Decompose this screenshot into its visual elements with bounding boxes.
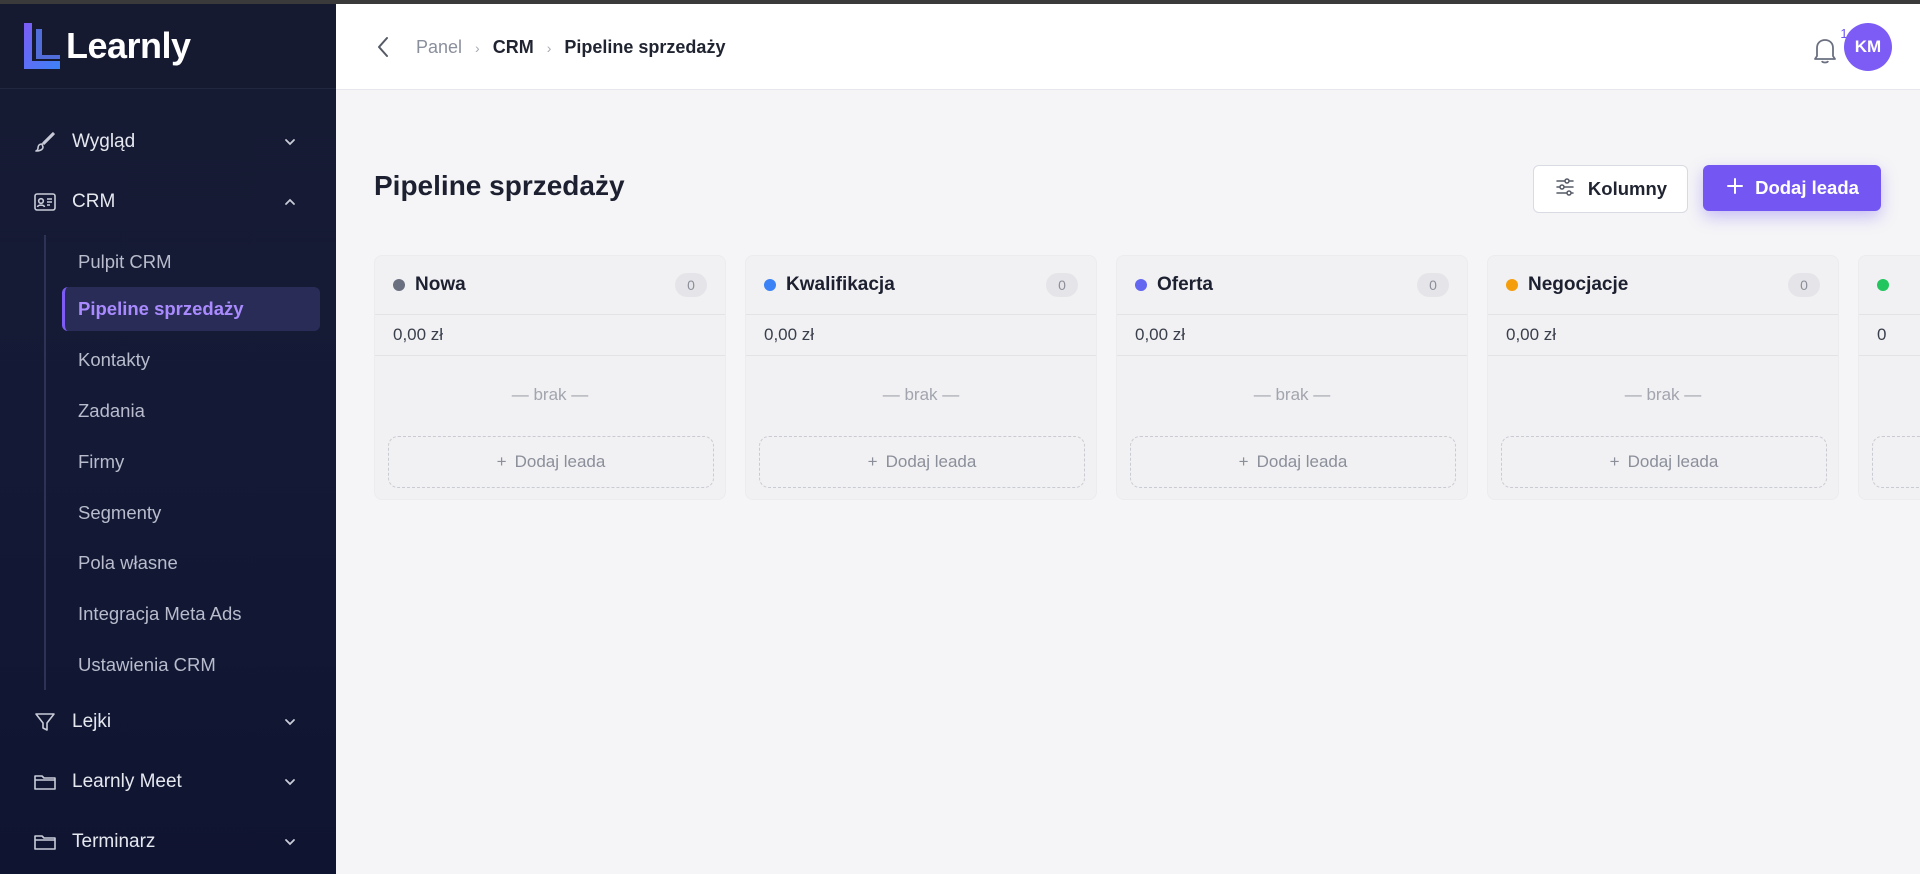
chevron-down-icon [282,834,298,850]
sidebar-item-label: Learnly Meet [72,771,182,792]
column-add-lead-button[interactable]: + Dodaj leada [1501,436,1827,488]
add-lead-button[interactable]: Dodaj leada [1703,165,1881,211]
page-title: Pipeline sprzedaży [374,170,625,201]
column-empty-state: — brak — [882,385,960,404]
chevron-down-icon [282,714,298,730]
breadcrumb: Panel › CRM › Pipeline sprzedaży [416,37,725,58]
sidebar-item-wyglad[interactable]: Wygląd [0,117,336,167]
sidebar-item-lejki[interactable]: Lejki [0,697,336,747]
plus-icon: + [1238,452,1249,471]
column-header: Nowa 0 [375,256,725,314]
brush-icon [32,129,58,155]
column-sum: 0,00 zł [1488,314,1838,356]
column-title: Nowa [415,274,466,295]
column-header [1859,256,1920,314]
avatar[interactable]: KM [1844,23,1892,71]
logo[interactable]: Learnly [0,4,336,89]
column-add-lead-button[interactable]: + Dodaj leada [759,436,1085,488]
stage-color-dot [764,279,776,291]
column-add-lead-button[interactable]: + Dodaj leada [388,436,714,488]
sidebar-subitem-ustawienia-crm[interactable]: Ustawienia CRM [62,643,320,687]
chevron-right-icon: › [546,39,552,56]
column-sum: 0,00 zł [746,314,1096,356]
stage-color-dot [1877,279,1889,291]
breadcrumb-panel[interactable]: Panel [416,37,462,58]
sidebar-subitem-pipeline[interactable]: Pipeline sprzedaży [62,287,320,331]
plus-icon: + [1609,452,1620,471]
column-sum: 0 [1859,314,1920,356]
sidebar-subitem-pola-wlasne[interactable]: Pola własne [62,541,320,585]
stage-color-dot [1506,279,1518,291]
breadcrumb-crm[interactable]: CRM [493,37,534,58]
folder-icon [32,769,58,795]
column-add-lead-label: Dodaj leada [885,452,977,471]
sidebar: Learnly Wygląd CRM Pulpit CRM Pipeline s… [0,4,336,874]
back-arrow-icon[interactable] [372,34,396,60]
filter-icon [32,709,58,735]
column-header: Oferta 0 [1117,256,1467,314]
plus-icon: + [867,452,878,471]
sidebar-subitem-integracja-meta-ads[interactable]: Integracja Meta Ads [62,592,320,636]
columns-button-label: Kolumny [1587,178,1668,199]
stage-color-dot [393,279,405,291]
column-add-lead-button[interactable] [1872,436,1920,488]
pipeline-column: Negocjacje 0 0,00 zł — brak — + Dodaj le… [1487,255,1839,500]
sidebar-item-label: Terminarz [72,831,156,852]
column-count-badge: 0 [1046,273,1078,297]
column-header: Kwalifikacja 0 [746,256,1096,314]
id-card-icon [32,189,58,215]
sidebar-item-learnly-meet[interactable]: Learnly Meet [0,757,336,807]
sidebar-subitem-segmenty[interactable]: Segmenty [62,491,320,535]
crm-subnav-line [44,235,46,690]
column-header: Negocjacje 0 [1488,256,1838,314]
chevron-down-icon [282,774,298,790]
sidebar-subitem-kontakty[interactable]: Kontakty [62,338,320,382]
sidebar-subitem-firmy[interactable]: Firmy [62,440,320,484]
columns-button[interactable]: Kolumny [1533,165,1688,213]
sliders-icon [1554,176,1576,203]
chevron-up-icon [282,194,298,210]
plus-icon [1725,176,1745,201]
sidebar-item-crm[interactable]: CRM [0,177,336,227]
column-add-lead-button[interactable]: + Dodaj leada [1130,436,1456,488]
column-empty-state: — brak — [1253,385,1331,404]
pipeline-board: Nowa 0 0,00 zł — brak — + Dodaj leada Kw… [374,255,1920,505]
column-title: Negocjacje [1528,274,1629,295]
topbar: Panel › CRM › Pipeline sprzedaży 1 KM [336,4,1920,90]
column-empty-state: — brak — [1624,385,1702,404]
sidebar-item-label: CRM [72,191,116,212]
column-title: Oferta [1157,274,1213,295]
column-sum: 0,00 zł [1117,314,1467,356]
column-count-badge: 0 [1788,273,1820,297]
pipeline-column-partial: 0 [1858,255,1920,500]
breadcrumb-current: Pipeline sprzedaży [564,37,726,57]
sidebar-subitem-zadania[interactable]: Zadania [62,389,320,433]
add-lead-button-label: Dodaj leada [1755,177,1859,198]
column-count-badge: 0 [1417,273,1449,297]
stage-color-dot [1135,279,1147,291]
column-add-lead-label: Dodaj leada [514,452,606,471]
column-add-lead-label: Dodaj leada [1627,452,1719,471]
sidebar-subitem-pulpit-crm[interactable]: Pulpit CRM [62,240,320,284]
window-top-border [0,0,1920,4]
folder-icon [32,829,58,855]
chevron-down-icon [282,134,298,150]
learnly-logo-icon [20,21,64,71]
pipeline-column: Nowa 0 0,00 zł — brak — + Dodaj leada [374,255,726,500]
column-count-badge: 0 [675,273,707,297]
sidebar-item-terminarz[interactable]: Terminarz [0,817,336,867]
column-empty-state [1859,356,1920,434]
column-sum: 0,00 zł [375,314,725,356]
chevron-right-icon: › [475,39,480,56]
sidebar-item-label: Lejki [72,711,112,732]
plus-icon: + [496,452,507,471]
pipeline-column: Oferta 0 0,00 zł — brak — + Dodaj leada [1116,255,1468,500]
pipeline-column: Kwalifikacja 0 0,00 zł — brak — + Dodaj … [745,255,1097,500]
column-add-lead-label: Dodaj leada [1256,452,1348,471]
column-title: Kwalifikacja [786,274,895,295]
column-empty-state: — brak — [511,385,589,404]
brand-name: Learnly [66,25,191,66]
sidebar-item-label: Wygląd [72,131,136,152]
